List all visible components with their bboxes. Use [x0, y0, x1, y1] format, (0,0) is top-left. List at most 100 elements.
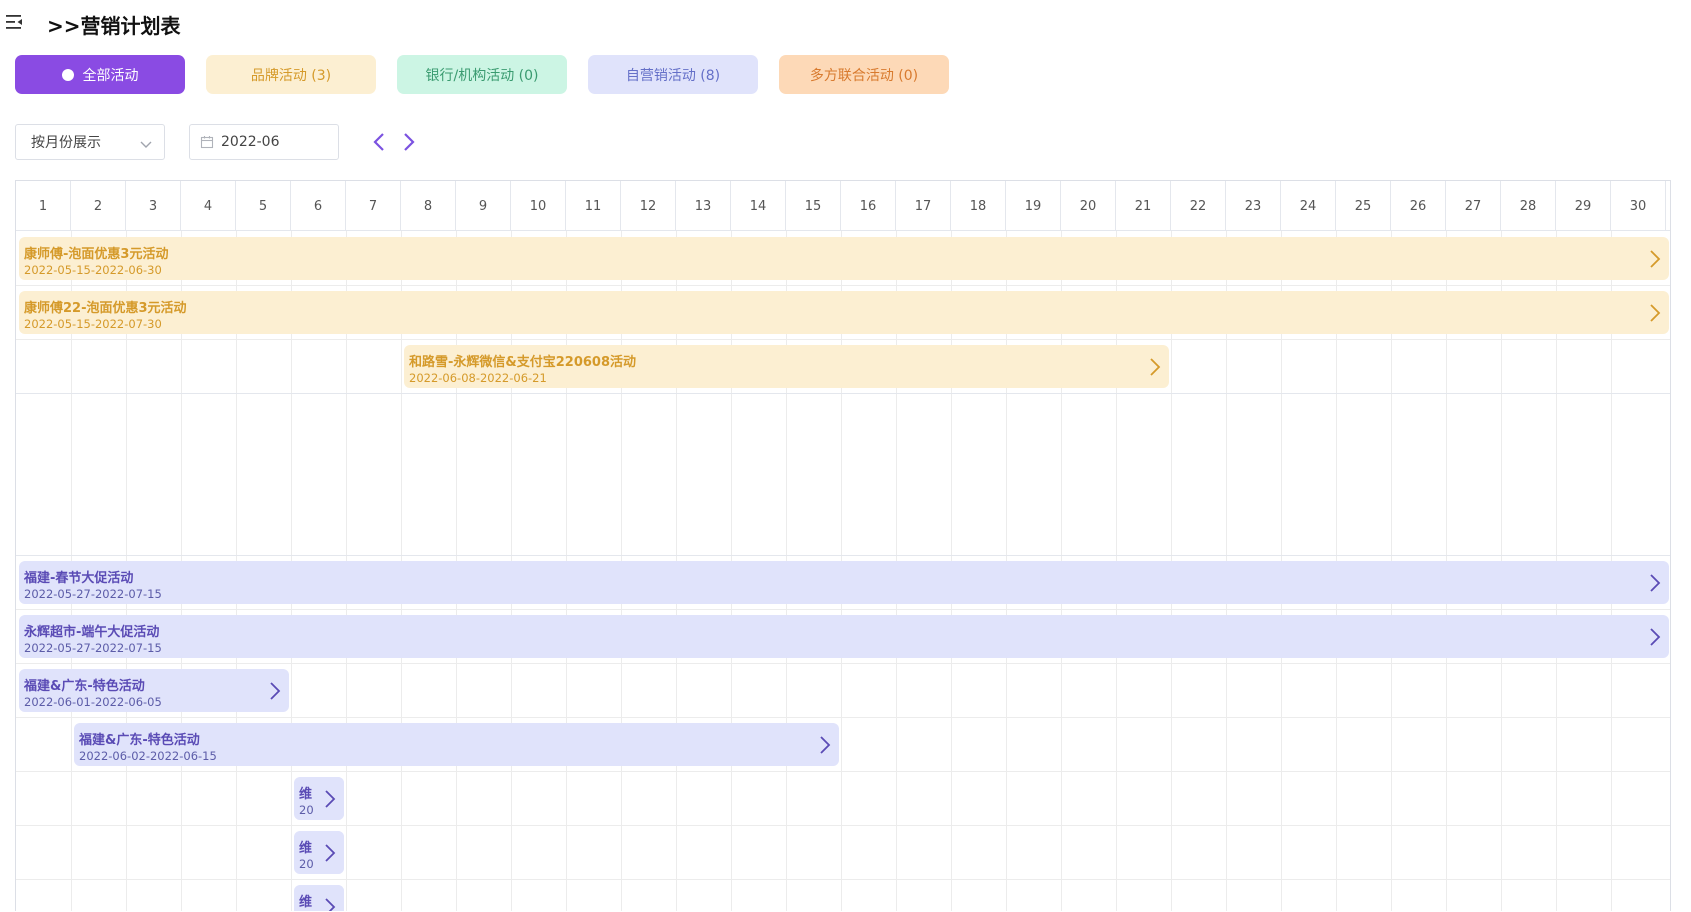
- day-header-cell: 6: [291, 181, 346, 231]
- view-mode-value: 按月份展示: [31, 135, 101, 151]
- day-header-cell: 12: [621, 181, 676, 231]
- top-bar: >>营销计划表: [0, 0, 1691, 44]
- day-header-cell: 8: [401, 181, 456, 231]
- filter-tab-self[interactable]: 自营销活动 (8): [588, 55, 758, 94]
- menu-fold-icon[interactable]: [6, 14, 24, 30]
- day-header-cell: 1: [16, 181, 71, 231]
- filter-tab-joint[interactable]: 多方联合活动 (0): [779, 55, 949, 94]
- group-divider: [16, 393, 1670, 394]
- month-picker[interactable]: 2022-06: [189, 124, 339, 160]
- chevron-right-icon[interactable]: [1641, 615, 1669, 658]
- group-divider: [16, 555, 1670, 556]
- chevron-right-icon[interactable]: [398, 132, 418, 152]
- event-bar-self[interactable]: 维: [294, 885, 344, 911]
- row-divider: [16, 663, 1670, 664]
- calendar-icon: [200, 136, 214, 149]
- filter-tab-brand[interactable]: 品牌活动 (3): [206, 55, 376, 94]
- event-date-range: 2022-05-15-2022-07-30: [24, 317, 162, 331]
- day-header-cell: 13: [676, 181, 731, 231]
- chevron-right-icon[interactable]: [261, 669, 289, 712]
- event-date-range: 20: [299, 803, 314, 817]
- event-name: 维: [299, 787, 313, 802]
- day-header-cell: 11: [566, 181, 621, 231]
- day-header-cell: 14: [731, 181, 786, 231]
- event-date-range: 2022-05-15-2022-06-30: [24, 263, 162, 277]
- day-header-cell: 2: [71, 181, 126, 231]
- day-header-cell: 9: [456, 181, 511, 231]
- event-bar-self[interactable]: 福建&广东-特色活动 2022-06-02-2022-06-15: [74, 723, 839, 766]
- day-header-cell: 10: [511, 181, 566, 231]
- event-bar-self[interactable]: 永辉超市-端午大促活动 2022-05-27-2022-07-15: [19, 615, 1669, 658]
- event-name: 福建&广东-特色活动: [79, 733, 200, 748]
- month-value: 2022-06: [221, 134, 280, 150]
- event-bar-self[interactable]: 福建-春节大促活动 2022-05-27-2022-07-15: [19, 561, 1669, 604]
- event-name: 福建&广东-特色活动: [24, 679, 145, 694]
- view-mode-select[interactable]: 按月份展示: [15, 124, 165, 160]
- filter-tab-bank[interactable]: 银行/机构活动 (0): [397, 55, 567, 94]
- day-header-cell: 3: [126, 181, 181, 231]
- chevron-right-icon[interactable]: [811, 723, 839, 766]
- day-header-cell: 21: [1116, 181, 1171, 231]
- day-header-cell: 25: [1336, 181, 1391, 231]
- filter-tab-all[interactable]: 全部活动: [15, 55, 185, 94]
- event-date-range: 2022-06-01-2022-06-05: [24, 695, 162, 709]
- event-name: 永辉超市-端午大促活动: [24, 625, 160, 640]
- row-divider: [16, 771, 1670, 772]
- event-bar-self[interactable]: 维 20: [294, 777, 344, 820]
- row-divider: [16, 339, 1670, 340]
- chevron-right-icon[interactable]: [316, 777, 344, 820]
- day-header-cell: 28: [1501, 181, 1556, 231]
- filter-tab-label: 全部活动: [82, 67, 139, 84]
- radio-dot-icon: [61, 68, 74, 81]
- chevron-right-icon[interactable]: [1641, 291, 1669, 334]
- day-header-cell: 18: [951, 181, 1006, 231]
- chevron-left-icon[interactable]: [370, 132, 390, 152]
- event-date-range: 2022-06-02-2022-06-15: [79, 749, 217, 763]
- event-date-range: 2022-05-27-2022-07-15: [24, 587, 162, 601]
- day-header-cell: 5: [236, 181, 291, 231]
- chevron-right-icon[interactable]: [316, 885, 344, 911]
- day-header-cell: 19: [1006, 181, 1061, 231]
- event-name: 康师傅-泡面优惠3元活动: [24, 247, 169, 262]
- chevron-right-icon[interactable]: [1641, 561, 1669, 604]
- event-bar-brand[interactable]: 和路雪-永辉微信&支付宝220608活动 2022-06-08-2022-06-…: [404, 345, 1169, 388]
- event-bar-self[interactable]: 福建&广东-特色活动 2022-06-01-2022-06-05: [19, 669, 289, 712]
- event-name: 维: [299, 841, 313, 856]
- day-header-cell: 29: [1556, 181, 1611, 231]
- event-name: 康师傅22-泡面优惠3元活动: [24, 301, 187, 316]
- day-header-cell: 23: [1226, 181, 1281, 231]
- row-divider: [16, 879, 1670, 880]
- event-name: 福建-春节大促活动: [24, 571, 134, 586]
- filter-tab-label: 品牌活动 (3): [250, 67, 332, 84]
- chevron-right-icon[interactable]: [1141, 345, 1169, 388]
- day-header-cell: 7: [346, 181, 401, 231]
- chevron-right-icon[interactable]: [316, 831, 344, 874]
- calendar-day-header: 1 2 3 4 5 6 7 8 9 10 11 12 13 14 15 16 17 18 19 20 21 22 23 24 2…: [16, 181, 1670, 231]
- day-header-cell: 15: [786, 181, 841, 231]
- chevron-down-icon: [140, 137, 152, 153]
- row-divider: [16, 285, 1670, 286]
- day-header-cell: 17: [896, 181, 951, 231]
- day-header-cell: 30: [1611, 181, 1666, 231]
- day-header-cell: 22: [1171, 181, 1226, 231]
- day-header-cell: 20: [1061, 181, 1116, 231]
- event-bar-brand[interactable]: 康师傅-泡面优惠3元活动 2022-05-15-2022-06-30: [19, 237, 1669, 280]
- page-title: >>营销计划表: [47, 14, 181, 38]
- event-date-range: 2022-06-08-2022-06-21: [409, 371, 547, 385]
- filter-tab-label: 多方联合活动 (0): [809, 67, 919, 84]
- day-header-cell: 26: [1391, 181, 1446, 231]
- event-name: 维: [299, 895, 313, 910]
- chevron-right-icon[interactable]: [1641, 237, 1669, 280]
- event-date-range: 20: [299, 857, 314, 871]
- event-date-range: 2022-05-27-2022-07-15: [24, 641, 162, 655]
- day-header-cell: 16: [841, 181, 896, 231]
- event-bar-brand[interactable]: 康师傅22-泡面优惠3元活动 2022-05-15-2022-07-30: [19, 291, 1669, 334]
- event-bar-self[interactable]: 维 20: [294, 831, 344, 874]
- row-divider: [16, 717, 1670, 718]
- event-name: 和路雪-永辉微信&支付宝220608活动: [409, 355, 637, 370]
- row-divider: [16, 609, 1670, 610]
- filter-tab-label: 自营销活动 (8): [625, 67, 721, 84]
- day-header-cell: 4: [181, 181, 236, 231]
- row-divider: [16, 825, 1670, 826]
- day-header-cell: 27: [1446, 181, 1501, 231]
